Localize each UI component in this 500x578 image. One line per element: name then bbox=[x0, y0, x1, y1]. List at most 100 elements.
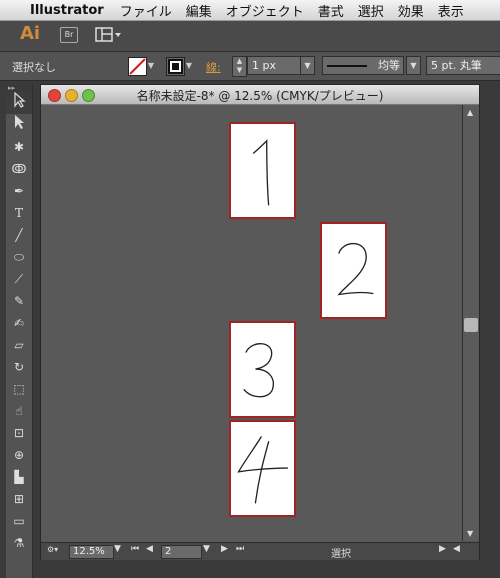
scroll-thumb[interactable] bbox=[464, 318, 478, 332]
mesh-icon: ⊞ bbox=[13, 492, 25, 506]
scroll-up-icon[interactable]: ▲ bbox=[467, 108, 473, 117]
lasso-tool[interactable]: ↂ bbox=[6, 158, 32, 180]
fill-dropdown-arrow[interactable]: ▼ bbox=[146, 57, 156, 74]
scroll-down-icon[interactable]: ▼ bbox=[467, 529, 473, 538]
variable-width-profile[interactable]: 均等 bbox=[322, 56, 404, 75]
line-segment-icon: ╱ bbox=[15, 228, 23, 242]
zoom-level-field[interactable]: 12.5% bbox=[69, 545, 114, 559]
status-options-icon[interactable]: ⚙▾ bbox=[47, 545, 58, 554]
menu-view[interactable]: 表示 bbox=[438, 1, 464, 20]
document-window: 名称未設定-8* @ 12.5% (CMYK/プレビュー) ▲ ▼ ⚙▾ 12.… bbox=[40, 84, 480, 560]
zoom-dropdown-icon[interactable]: ▼ bbox=[114, 544, 121, 554]
artboard-dropdown-icon[interactable]: ▼ bbox=[203, 544, 210, 554]
previous-artboard-icon[interactable]: ◀ bbox=[146, 544, 153, 554]
vertical-scrollbar[interactable]: ▲ ▼ bbox=[462, 105, 479, 541]
status-menu-icon[interactable]: ▶ bbox=[439, 544, 446, 554]
menu-bar: Illustrator ファイル 編集 オブジェクト 書式 選択 効果 表示 bbox=[0, 0, 500, 21]
profile-line-sample bbox=[327, 65, 367, 67]
selection-status: 選択なし bbox=[12, 61, 56, 74]
type-tool[interactable]: T bbox=[6, 202, 32, 224]
rotate-icon: ↻ bbox=[13, 360, 25, 374]
last-artboard-icon[interactable]: ⏭ bbox=[236, 544, 244, 554]
menu-app-name[interactable]: Illustrator bbox=[30, 3, 104, 18]
pen-icon: ✒ bbox=[13, 184, 25, 198]
ellipse-icon: ⬭ bbox=[13, 250, 25, 264]
stroke-weight-dropdown[interactable]: ▼ bbox=[300, 56, 315, 75]
free-transform-tool[interactable]: ⊡ bbox=[6, 422, 32, 444]
application-bar: Ai Br bbox=[0, 21, 500, 52]
warp-tool[interactable]: ☝ bbox=[6, 400, 32, 422]
direct-selection-icon bbox=[15, 115, 24, 129]
stroke-swatch[interactable] bbox=[166, 57, 185, 76]
blob-brush-icon: ✍ bbox=[13, 316, 25, 330]
mesh-tool[interactable]: ⊞ bbox=[6, 488, 32, 510]
paintbrush-icon: ⟋ bbox=[14, 272, 24, 286]
menu-type[interactable]: 書式 bbox=[318, 1, 344, 20]
menu-edit[interactable]: 編集 bbox=[186, 1, 212, 20]
status-text: 選択 bbox=[331, 549, 351, 560]
artboard-number-field[interactable]: 2 bbox=[161, 545, 202, 559]
artboard-2[interactable] bbox=[320, 222, 387, 319]
handwritten-1 bbox=[252, 139, 270, 206]
ellipse-tool[interactable]: ⬭ bbox=[6, 246, 32, 268]
stroke-color-icon bbox=[168, 59, 183, 74]
graph-icon: ▙ bbox=[14, 470, 24, 484]
control-bar: 選択なし ▼ ▼ 線: ▲ ▼ 1 px ▼ 均等 ▼ 5 pt. 丸筆 bbox=[0, 52, 500, 81]
menu-file[interactable]: ファイル bbox=[120, 1, 172, 20]
lasso-icon: ↂ bbox=[11, 162, 27, 176]
eraser-icon: ▱ bbox=[14, 338, 24, 352]
bridge-button[interactable]: Br bbox=[60, 27, 78, 43]
paintbrush-tool[interactable]: ⟋ bbox=[6, 268, 32, 290]
tools-panel-header[interactable]: ▸▸ bbox=[6, 84, 32, 92]
eyedropper-tool[interactable]: ⚗ bbox=[6, 532, 32, 554]
magic-wand-icon: ✱ bbox=[13, 140, 25, 154]
status-bar: ⚙▾ 12.5% ▼ ⏮ ◀ 2 ▼ ▶ ⏭ 選択 ▶ ◀ bbox=[41, 542, 479, 560]
warp-icon: ☝ bbox=[15, 404, 23, 418]
menu-object[interactable]: オブジェクト bbox=[226, 1, 304, 20]
tools-panel: ▸▸ ✱ ↂ ✒ T ╱ ⬭ ⟋ ✎ ✍ ▱ ↻ ⬚ ☝ ⊡ ⊕ ▙ ⊞ ▭ ⚗ bbox=[6, 84, 33, 578]
shape-builder-tool[interactable]: ⊕ bbox=[6, 444, 32, 466]
next-artboard-icon[interactable]: ▶ bbox=[221, 544, 228, 554]
artboard-4[interactable] bbox=[229, 420, 296, 517]
rotate-tool[interactable]: ↻ bbox=[6, 356, 32, 378]
stroke-weight-field[interactable]: 1 px bbox=[247, 56, 301, 75]
stroke-dropdown-arrow[interactable]: ▼ bbox=[184, 57, 194, 74]
line-tool[interactable]: ╱ bbox=[6, 224, 32, 246]
pen-tool[interactable]: ✒ bbox=[6, 180, 32, 202]
menu-effect[interactable]: 効果 bbox=[398, 1, 424, 20]
artboard-1[interactable] bbox=[229, 122, 296, 219]
selection-arrow-icon bbox=[14, 91, 26, 108]
handwritten-3 bbox=[243, 343, 274, 398]
canvas-area[interactable] bbox=[41, 105, 461, 541]
document-titlebar[interactable]: 名称未設定-8* @ 12.5% (CMYK/プレビュー) bbox=[41, 85, 479, 105]
profile-label: 均等 bbox=[378, 59, 400, 72]
graph-tool[interactable]: ▙ bbox=[6, 466, 32, 488]
scale-icon: ⬚ bbox=[13, 382, 25, 396]
handwritten-4 bbox=[237, 436, 289, 504]
direct-selection-tool[interactable] bbox=[6, 114, 32, 136]
magic-wand-tool[interactable]: ✱ bbox=[6, 136, 32, 158]
selection-tool[interactable] bbox=[6, 91, 32, 114]
stroke-weight-stepper[interactable]: ▲ ▼ bbox=[232, 56, 247, 77]
gradient-icon: ▭ bbox=[13, 514, 25, 528]
first-artboard-icon[interactable]: ⏮ bbox=[131, 544, 139, 554]
scale-tool[interactable]: ⬚ bbox=[6, 378, 32, 400]
eyedropper-icon: ⚗ bbox=[13, 536, 25, 550]
none-fill-icon bbox=[129, 58, 146, 75]
menu-select[interactable]: 選択 bbox=[358, 1, 384, 20]
artboard-3[interactable] bbox=[229, 321, 296, 418]
type-icon: T bbox=[14, 206, 23, 220]
fill-swatch[interactable] bbox=[128, 57, 147, 76]
blob-brush-tool[interactable]: ✍ bbox=[6, 312, 32, 334]
eraser-tool[interactable]: ▱ bbox=[6, 334, 32, 356]
profile-dropdown[interactable]: ▼ bbox=[406, 56, 421, 75]
free-transform-icon: ⊡ bbox=[13, 426, 25, 440]
stroke-weight-label[interactable]: 線: bbox=[206, 59, 221, 75]
handwritten-2 bbox=[337, 242, 374, 296]
brush-definition[interactable]: 5 pt. 丸筆 bbox=[426, 56, 500, 75]
horizontal-scroll-left-icon[interactable]: ◀ bbox=[453, 544, 460, 554]
gradient-tool[interactable]: ▭ bbox=[6, 510, 32, 532]
pencil-tool[interactable]: ✎ bbox=[6, 290, 32, 312]
arrange-documents-button[interactable] bbox=[95, 27, 123, 43]
document-title: 名称未設定-8* @ 12.5% (CMYK/プレビュー) bbox=[136, 89, 384, 103]
